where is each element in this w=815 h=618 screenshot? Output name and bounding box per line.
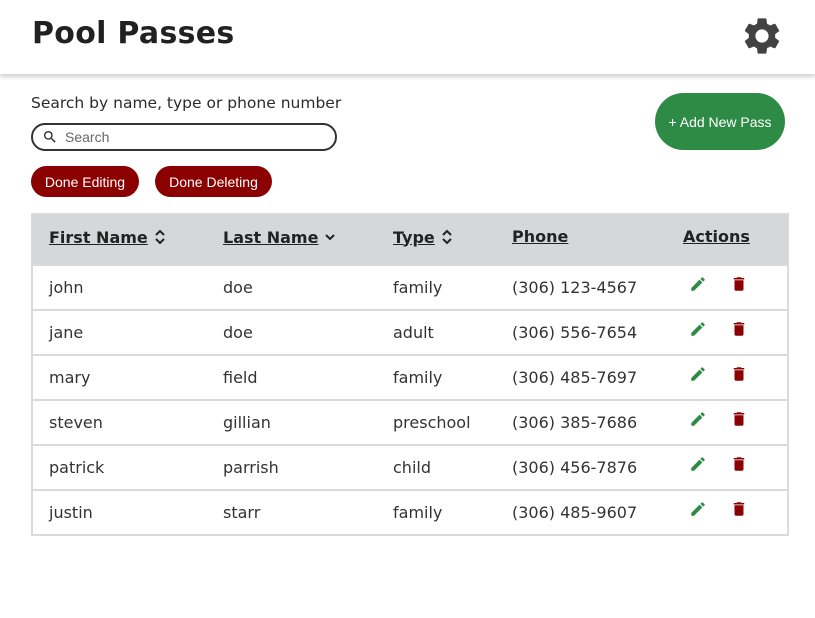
phone-cell: (306) 385-7686 — [512, 413, 638, 432]
search-input[interactable] — [65, 126, 325, 148]
search-label: Search by name, type or phone number — [31, 94, 342, 112]
table-row: mary field family (306) 485-7697 — [33, 354, 787, 399]
delete-button[interactable] — [730, 410, 748, 428]
column-header-last-name[interactable]: Last Name — [223, 227, 336, 247]
edit-button[interactable] — [689, 320, 707, 338]
last-name-cell: parrish — [223, 458, 279, 477]
column-header-type[interactable]: Type — [393, 227, 453, 247]
column-label: Last Name — [223, 227, 319, 247]
first-name-cell: patrick — [49, 458, 105, 477]
passes-table: First Name Last Name Type Phone Actions … — [31, 213, 789, 536]
sort-updown-icon — [155, 229, 165, 245]
first-name-cell: justin — [49, 503, 93, 522]
column-header-actions: Actions — [683, 227, 750, 246]
sort-updown-icon — [442, 229, 452, 245]
column-label: First Name — [49, 227, 148, 247]
edit-button[interactable] — [689, 365, 707, 383]
first-name-cell: mary — [49, 368, 91, 387]
add-new-pass-button[interactable]: + Add New Pass — [655, 93, 785, 150]
phone-cell: (306) 123-4567 — [512, 278, 638, 297]
settings-button[interactable] — [740, 14, 784, 58]
delete-button[interactable] — [730, 365, 748, 383]
first-name-cell: jane — [49, 323, 84, 342]
done-deleting-button[interactable]: Done Deleting — [155, 166, 272, 197]
pencil-icon — [689, 457, 707, 477]
phone-cell: (306) 485-7697 — [512, 368, 638, 387]
trash-icon — [730, 457, 748, 477]
last-name-cell: gillian — [223, 413, 271, 432]
done-editing-button[interactable]: Done Editing — [31, 166, 139, 197]
delete-button[interactable] — [730, 275, 748, 293]
type-cell: child — [393, 458, 431, 477]
type-cell: adult — [393, 323, 434, 342]
pencil-icon — [689, 412, 707, 432]
pencil-icon — [689, 277, 707, 297]
table-row: jane doe adult (306) 556-7654 — [33, 309, 787, 354]
delete-button[interactable] — [730, 455, 748, 473]
table-row: justin starr family (306) 485-9607 — [33, 489, 787, 534]
first-name-cell: steven — [49, 413, 103, 432]
trash-icon — [730, 502, 748, 522]
column-label: Actions — [683, 227, 750, 246]
table-row: steven gillian preschool (306) 385-7686 — [33, 399, 787, 444]
edit-button[interactable] — [689, 500, 707, 518]
phone-cell: (306) 485-9607 — [512, 503, 638, 522]
pencil-icon — [689, 502, 707, 522]
first-name-cell: john — [49, 278, 84, 297]
delete-button[interactable] — [730, 320, 748, 338]
last-name-cell: field — [223, 368, 258, 387]
trash-icon — [730, 367, 748, 387]
search-icon — [44, 131, 56, 143]
type-cell: family — [393, 503, 443, 522]
column-label: Type — [393, 227, 435, 247]
delete-button[interactable] — [730, 500, 748, 518]
phone-cell: (306) 456-7876 — [512, 458, 638, 477]
phone-cell: (306) 556-7654 — [512, 323, 638, 342]
chevron-down-icon — [325, 234, 336, 241]
edit-button[interactable] — [689, 410, 707, 428]
pencil-icon — [689, 367, 707, 387]
trash-icon — [730, 412, 748, 432]
column-label: Phone — [512, 227, 569, 246]
trash-icon — [730, 277, 748, 297]
table-header: First Name Last Name Type Phone Actions — [33, 215, 787, 264]
app-header: Pool Passes — [0, 0, 815, 75]
last-name-cell: doe — [223, 278, 253, 297]
pencil-icon — [689, 322, 707, 342]
gear-icon — [744, 18, 780, 54]
search-field[interactable] — [31, 123, 337, 151]
page-title: Pool Passes — [32, 16, 235, 51]
last-name-cell: starr — [223, 503, 261, 522]
table-row: john doe family (306) 123-4567 — [33, 264, 787, 309]
type-cell: family — [393, 368, 443, 387]
type-cell: preschool — [393, 413, 471, 432]
last-name-cell: doe — [223, 323, 253, 342]
table-row: patrick parrish child (306) 456-7876 — [33, 444, 787, 489]
trash-icon — [730, 322, 748, 342]
type-cell: family — [393, 278, 443, 297]
column-header-first-name[interactable]: First Name — [49, 227, 166, 247]
column-header-phone[interactable]: Phone — [512, 227, 568, 246]
edit-button[interactable] — [689, 275, 707, 293]
edit-button[interactable] — [689, 455, 707, 473]
